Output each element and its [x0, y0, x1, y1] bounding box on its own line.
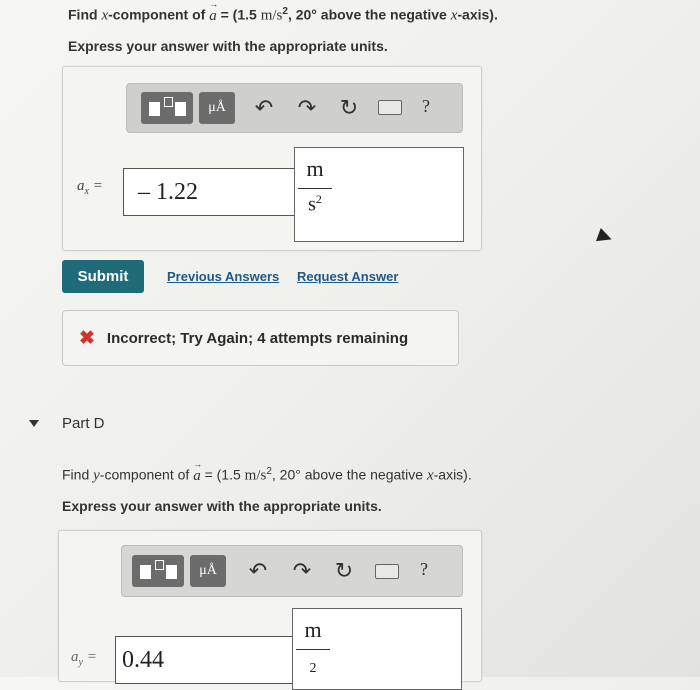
vector-a: a — [209, 8, 217, 24]
template-square-icon — [164, 97, 173, 107]
units-button-label: μÅ — [208, 100, 226, 115]
part-title[interactable]: Part D — [62, 415, 105, 432]
reset-icon[interactable]: ↻ — [337, 95, 361, 120]
mouse-cursor-icon — [596, 228, 614, 246]
help-label: ? — [420, 559, 428, 579]
keyboard-icon[interactable] — [378, 100, 402, 115]
answer-panel: μÅ ↶ ↷ ↻ ? ax = – 1.22 m s2 — [62, 66, 482, 251]
question-component: -component of — [108, 6, 210, 23]
question-text: Find y-component of a = (1.5 m/s2, 20° a… — [62, 466, 472, 485]
question-variable: y — [93, 467, 100, 484]
question-find: Find — [68, 6, 102, 23]
variable-label: ax = — [77, 178, 103, 197]
answer-instructions: Express your answer with the appropriate… — [68, 38, 388, 54]
math-toolbar: μÅ ↶ ↷ ↻ ? — [121, 545, 463, 597]
keyboard-icon[interactable] — [375, 564, 399, 579]
answer-unit-input[interactable]: m 2 — [292, 608, 462, 690]
variable-label: ay = — [71, 649, 97, 668]
answer-panel: μÅ ↶ ↷ ↻ ? ay = 0.44 m 2 — [58, 530, 482, 690]
template-square-icon — [175, 102, 186, 116]
help-button[interactable]: ? — [422, 96, 430, 117]
templates-button[interactable] — [141, 92, 193, 124]
variable-equals: = — [88, 178, 103, 194]
feedback-text: Incorrect; Try Again; 4 attempts remaini… — [106, 329, 409, 347]
keyboard-shape — [375, 564, 399, 579]
template-square-icon — [155, 560, 164, 570]
question-equals: = (1.5 — [216, 6, 261, 23]
unit-denominator-exponent: 2 — [315, 192, 322, 206]
previous-answers-link[interactable]: Previous Answers — [167, 269, 279, 284]
question-component: -component of — [99, 466, 194, 483]
answer-value-text: – 1.22 — [138, 178, 198, 205]
submit-button-label: Submit — [77, 268, 129, 285]
variable-name: a — [71, 649, 79, 665]
reset-icon[interactable]: ↻ — [332, 558, 356, 583]
unit-numerator: m — [306, 156, 324, 181]
undo-icon[interactable]: ↶ — [252, 95, 276, 120]
redo-icon[interactable]: ↷ — [290, 558, 314, 583]
question-end: -axis). — [433, 466, 472, 483]
question-direction: , 20° above the negative — [271, 466, 427, 483]
question-find: Find — [62, 466, 94, 483]
question-end: -axis). — [457, 6, 498, 23]
question-unit: m/s — [260, 7, 283, 24]
keyboard-shape — [378, 100, 402, 115]
variable-equals: = — [82, 649, 97, 665]
help-button[interactable]: ? — [420, 559, 428, 580]
answer-value-input[interactable]: – 1.22 — [123, 168, 297, 216]
unit-numerator: m — [304, 617, 322, 642]
submit-button[interactable]: Submit — [62, 260, 144, 293]
templates-button[interactable] — [132, 555, 184, 587]
template-square-icon — [140, 565, 151, 579]
math-toolbar: μÅ ↶ ↷ ↻ ? — [126, 83, 463, 133]
unit-fraction-bar — [298, 188, 332, 189]
help-label: ? — [422, 96, 430, 116]
answer-value-text: 0.44 — [122, 646, 164, 673]
request-answer-link[interactable]: Request Answer — [297, 269, 398, 284]
collapse-caret-icon[interactable] — [29, 420, 39, 427]
redo-icon[interactable]: ↷ — [295, 95, 319, 120]
answer-instructions: Express your answer with the appropriate… — [62, 498, 382, 514]
question-direction: , 20° above the negative — [287, 6, 451, 23]
question-axis: x — [426, 467, 434, 484]
units-button[interactable]: μÅ — [190, 555, 226, 587]
variable-name: a — [77, 178, 85, 194]
error-icon: ✖ — [79, 327, 95, 349]
unit-denominator-base: s — [308, 193, 316, 216]
unit-fraction-bar — [296, 649, 330, 650]
feedback-message: ✖ Incorrect; Try Again; 4 attempts remai… — [62, 310, 459, 366]
units-button[interactable]: μÅ — [199, 92, 235, 124]
answer-unit-input[interactable]: m s2 — [294, 147, 464, 242]
undo-icon[interactable]: ↶ — [246, 558, 270, 583]
question-unit: m/s — [244, 467, 267, 484]
question-text: Find x-component of a = (1.5 m/s2, 20° a… — [68, 6, 498, 25]
template-square-icon — [149, 102, 160, 116]
unit-denominator: s2 — [298, 192, 332, 217]
question-equals: = (1.5 — [200, 466, 245, 483]
template-square-icon — [166, 565, 177, 579]
unit-denominator: 2 — [309, 661, 317, 676]
units-button-label: μÅ — [199, 563, 217, 578]
vector-a: a — [193, 468, 201, 484]
